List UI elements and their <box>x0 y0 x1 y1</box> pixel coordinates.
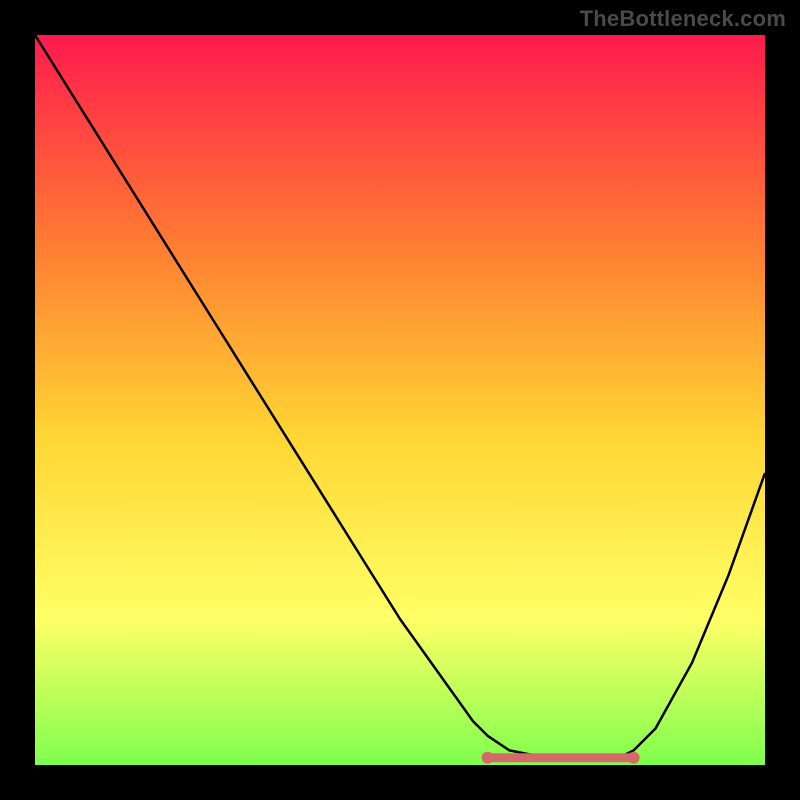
optimal-range-end-dot <box>628 752 640 764</box>
bottleneck-chart <box>0 0 800 800</box>
watermark-text: TheBottleneck.com <box>580 6 786 32</box>
plot-background <box>35 35 765 765</box>
chart-stage: TheBottleneck.com <box>0 0 800 800</box>
optimal-range-start-dot <box>482 752 494 764</box>
